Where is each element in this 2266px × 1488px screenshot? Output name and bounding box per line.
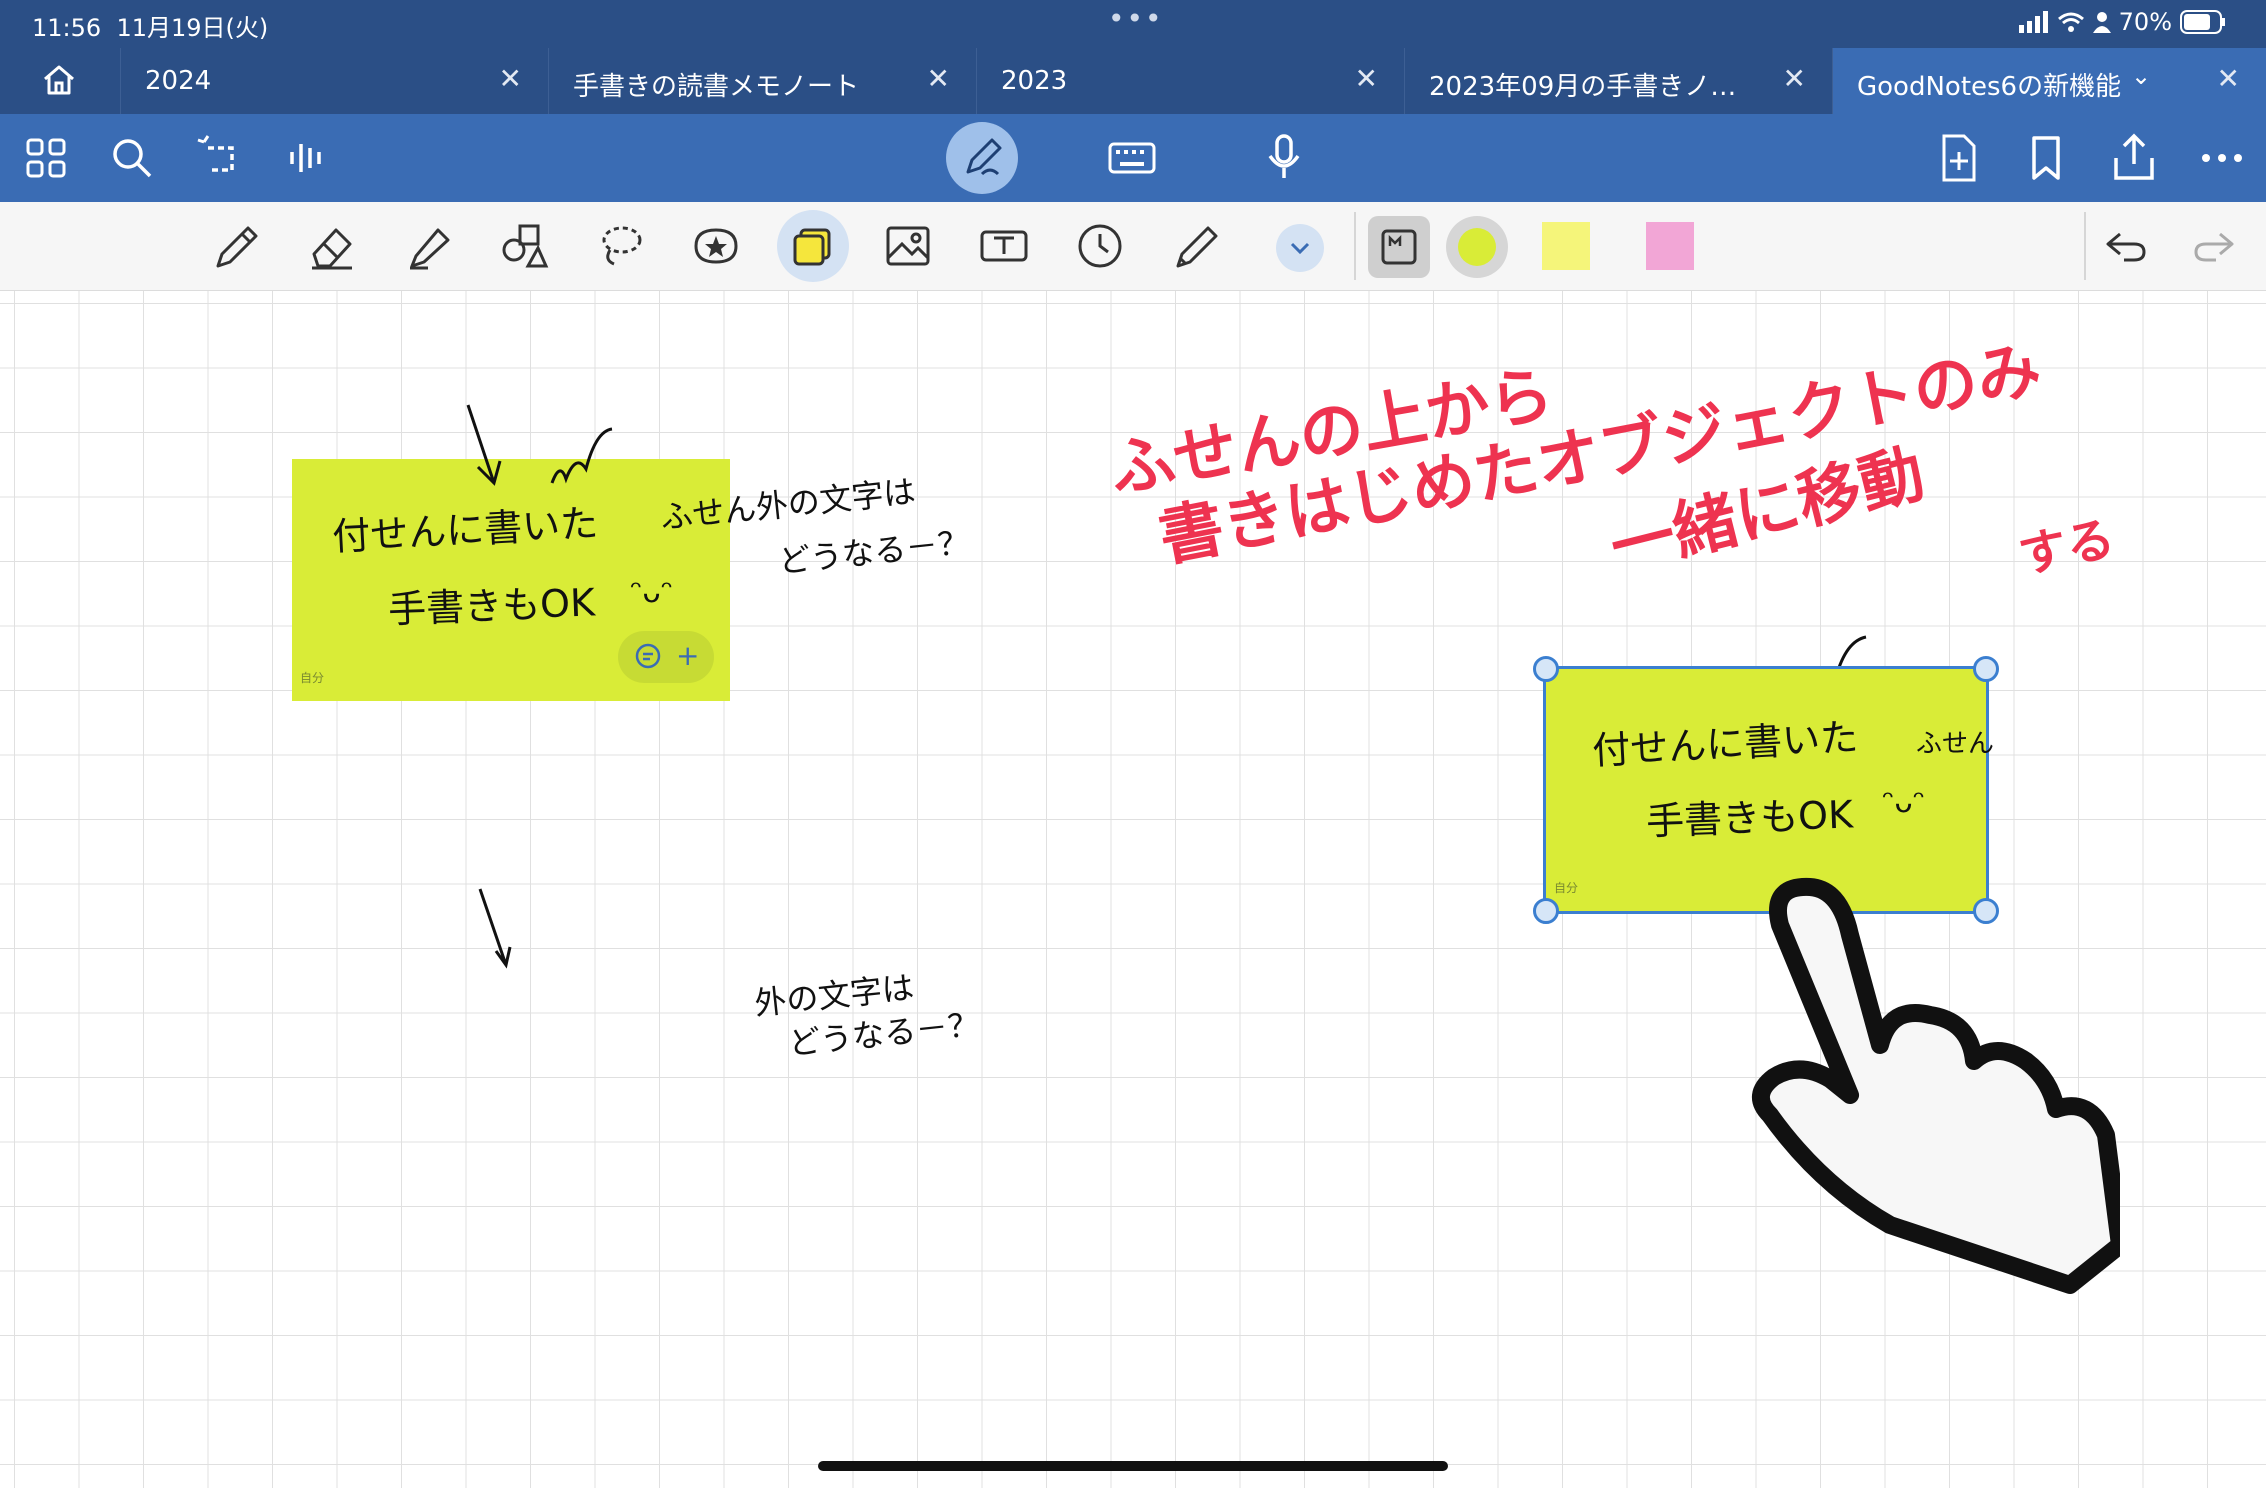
- search-icon[interactable]: [106, 132, 158, 184]
- pen-mode-button[interactable]: [946, 122, 1018, 194]
- status-time: 11:56: [32, 14, 102, 42]
- wifi-icon: [2057, 12, 2084, 32]
- image-icon[interactable]: [882, 220, 934, 272]
- home-icon: [44, 65, 74, 95]
- battery-percent: 70%: [2118, 8, 2172, 36]
- audio-icon[interactable]: [282, 132, 334, 184]
- arrow-doodle-lower: [478, 888, 512, 969]
- close-icon[interactable]: ✕: [927, 62, 950, 95]
- home-tab[interactable]: [0, 48, 120, 114]
- smiley-doodle: ᵔᴗᵔ: [1882, 785, 1926, 820]
- selected-color: [1458, 228, 1496, 266]
- close-icon[interactable]: ✕: [1783, 62, 1806, 95]
- resize-handle-top-right[interactable]: [1973, 656, 1999, 682]
- tab-2023[interactable]: 2023 ✕: [976, 48, 1404, 114]
- home-indicator[interactable]: [818, 1461, 1448, 1471]
- color-swatch-selected[interactable]: [1446, 216, 1508, 278]
- microphone-icon[interactable]: [1258, 132, 1310, 184]
- status-date: 11月19日(火): [116, 14, 269, 42]
- chevron-down-icon[interactable]: ⌄: [2131, 62, 2151, 90]
- tab-reading-memo[interactable]: 手書きの読書メモノート ✕: [548, 48, 976, 114]
- app-toolbar: [0, 114, 2266, 202]
- textbox-icon[interactable]: [978, 220, 1030, 272]
- pen-mode-icon: [966, 138, 1002, 176]
- shapes-icon[interactable]: [498, 220, 550, 272]
- toolbar-divider: [2084, 212, 2086, 280]
- lasso-ai-icon[interactable]: [194, 132, 246, 184]
- overflow-text: ふせん: [1916, 729, 1995, 759]
- pen-icon[interactable]: [210, 220, 262, 272]
- note-owner-label: 自分: [1554, 881, 1579, 895]
- add-page-icon[interactable]: [1932, 132, 1984, 184]
- resize-handle-top-left[interactable]: [1533, 656, 1559, 682]
- redo-icon[interactable]: [2188, 220, 2240, 272]
- pen-toolbar: [0, 202, 2266, 291]
- toolbar-divider: [1354, 212, 1356, 280]
- tab-bar: 2024 ✕ 手書きの読書メモノート ✕ 2023 ✕ 2023年09月の手書き…: [0, 48, 2266, 114]
- pointing-hand-icon: [1752, 877, 2120, 1294]
- color-swatch-pink[interactable]: [1646, 222, 1694, 270]
- arrow-doodle: [466, 404, 502, 486]
- pencil-icon[interactable]: [1170, 220, 1222, 272]
- tab-2023-09[interactable]: 2023年09月の手書きノ… ✕: [1404, 48, 1832, 114]
- sticker-icon[interactable]: [690, 220, 742, 272]
- sticky-note-icon: [793, 228, 831, 266]
- color-swatch-yellow[interactable]: [1542, 222, 1590, 270]
- note-text-line2: 手書きもOK: [1645, 792, 1854, 844]
- eraser-icon[interactable]: [306, 220, 358, 272]
- note-canvas[interactable]: 付せんに書いた 手書きもOK ᵔᴗᵔ 自分 + ふせん外の文字は どうなる－？ …: [0, 291, 2266, 1488]
- lasso-icon[interactable]: [594, 220, 646, 272]
- keyboard-icon[interactable]: [1106, 132, 1158, 184]
- status-bar: 11:56 11月19日(火) ••• 70%: [0, 0, 2266, 48]
- check-doodle: [550, 427, 613, 484]
- tab-2024[interactable]: 2024 ✕: [120, 48, 548, 114]
- expand-button[interactable]: [1276, 224, 1324, 272]
- bookmark-icon[interactable]: [2020, 132, 2072, 184]
- person-icon: [2092, 12, 2111, 33]
- sticky-note-tool[interactable]: [777, 210, 849, 282]
- close-icon[interactable]: ✕: [499, 62, 522, 95]
- highlighter-icon[interactable]: [402, 220, 454, 272]
- multitasking-dots-icon[interactable]: •••: [1108, 2, 1164, 35]
- battery-icon: [2180, 10, 2225, 34]
- grid-icon[interactable]: [20, 132, 72, 184]
- signal-icon: [2018, 11, 2048, 33]
- note-template-icon: [1381, 229, 1417, 265]
- undo-icon[interactable]: [2100, 220, 2152, 272]
- more-icon[interactable]: [2196, 132, 2248, 184]
- chevron-down-icon: [1290, 242, 1310, 255]
- close-icon[interactable]: ✕: [1355, 62, 1378, 95]
- note-text-line1: 付せんに書いた: [1591, 715, 1860, 773]
- timer-icon[interactable]: [1074, 220, 1126, 272]
- resize-handle-bottom-left[interactable]: [1533, 898, 1559, 924]
- tab-goodnotes6[interactable]: GoodNotes6の新機能 ⌄ ✕: [1832, 48, 2266, 114]
- note-template-button[interactable]: [1368, 216, 1430, 278]
- share-icon[interactable]: [2108, 132, 2160, 184]
- close-icon[interactable]: ✕: [2217, 62, 2240, 95]
